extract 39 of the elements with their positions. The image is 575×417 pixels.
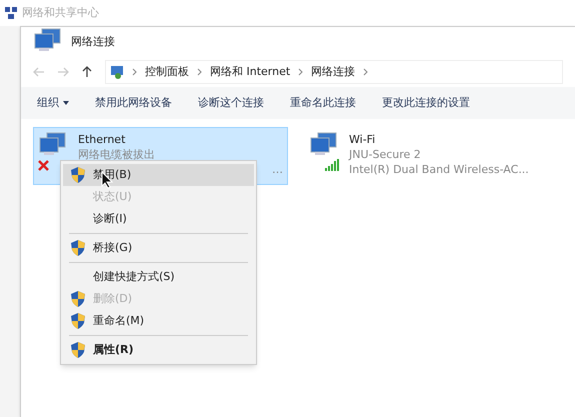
connection-name: Wi-Fi: [349, 132, 376, 147]
organize-menu-button[interactable]: 组织: [37, 94, 69, 112]
connection-item[interactable]: Wi-Fi JNU-Secure 2 Intel(R) Dual Band Wireless-AC...: [304, 127, 559, 185]
shield-icon: [71, 291, 85, 307]
menu-item[interactable]: 重命名(M): [63, 310, 254, 332]
caret-icon: [63, 101, 69, 105]
shield-icon: [71, 167, 85, 183]
signal-bars-icon: [325, 159, 339, 171]
network-icon: [4, 6, 18, 20]
address-bar[interactable]: 控制面板 网络和 Internet 网络连接: [105, 60, 563, 84]
up-arrow-icon[interactable]: [81, 66, 93, 78]
window-title: 网络连接: [71, 34, 115, 50]
toolbar-button[interactable]: 禁用此网络设备: [95, 94, 172, 112]
shield-icon: [71, 342, 85, 358]
back-window-title: 网络和共享中心: [22, 4, 99, 21]
toolbar-button[interactable]: 更改此连接的设置: [382, 94, 470, 112]
chevron-icon: [298, 68, 304, 76]
shield-icon: [71, 240, 85, 256]
chevron-icon: [363, 68, 368, 76]
shield-icon: [71, 313, 85, 329]
breadcrumb-item[interactable]: 控制面板: [145, 64, 189, 80]
toolbar-button[interactable]: 重命名此连接: [290, 94, 356, 112]
connection-status: JNU-Secure 2: [349, 147, 422, 162]
adapter-name: Intel(R) Dual Band Wireless-AC...: [349, 162, 530, 177]
breadcrumb-item[interactable]: 网络连接: [311, 64, 356, 80]
menu-item[interactable]: 属性(R): [63, 339, 254, 361]
adapter-name: …: [272, 162, 283, 177]
menu-item[interactable]: 桥接(G): [63, 237, 254, 259]
menu-item[interactable]: 诊断(I): [63, 208, 254, 230]
back-arrow-icon[interactable]: [33, 67, 45, 77]
toolbar-button[interactable]: 诊断这个连接: [198, 94, 264, 112]
connection-status: 网络电缆被拔出: [78, 147, 156, 162]
breadcrumb-item[interactable]: 网络和 Internet: [210, 64, 290, 80]
forward-arrow-icon[interactable]: [57, 67, 69, 77]
menu-item[interactable]: 创建快捷方式(S): [63, 266, 254, 288]
connection-name: Ethernet: [78, 132, 126, 147]
chevron-icon: [132, 68, 137, 76]
chevron-icon: [197, 68, 202, 76]
control-panel-icon: [110, 65, 124, 79]
